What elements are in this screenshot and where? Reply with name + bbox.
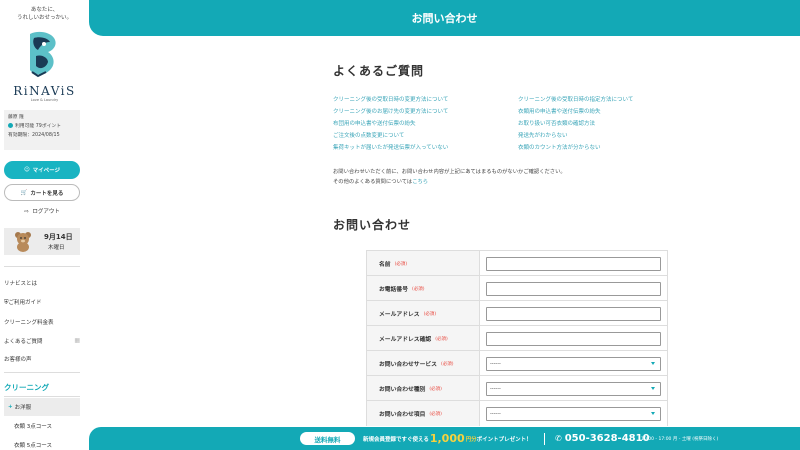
- user-name: 藤原 隆: [8, 115, 24, 120]
- item-select[interactable]: ------: [486, 407, 661, 421]
- free-shipping-badge: 送料無料: [300, 432, 355, 445]
- nav-faq[interactable]: よくあるご質問 ▦: [4, 337, 80, 345]
- nav-price-list[interactable]: クリーニング料金表: [4, 318, 80, 326]
- form-row-type: お問い合わせ種別 (必須) ------: [366, 375, 668, 401]
- current-date: 9月14日: [44, 233, 73, 241]
- faq-heading: よくあるご質問: [333, 64, 425, 78]
- logo-subtext: Love & Laundry: [30, 98, 59, 102]
- divider: [544, 433, 545, 445]
- faq-link[interactable]: お取り扱い可否衣類の確認方法: [518, 119, 595, 127]
- promo-banner[interactable]: 送料無料 新規会員登録ですぐ使える 1,000 円分 ポイントプレゼント！ ✆ …: [89, 427, 800, 450]
- faq-link[interactable]: クリーニング後の受取日時の変更方法について: [333, 95, 448, 103]
- plus-icon: +: [8, 404, 13, 410]
- point-icon: [8, 123, 13, 128]
- sub-item-clothes[interactable]: + お洋服: [4, 398, 80, 416]
- logout-link[interactable]: ⇨ ログアウト: [0, 207, 84, 215]
- date-box: 9月14日 木曜日: [4, 228, 80, 255]
- faq-link[interactable]: 衣類のカウント方法が分からない: [518, 143, 601, 151]
- nav-about[interactable]: リナビスとは: [4, 279, 80, 287]
- form-row-phone: お電話番号 (必須): [366, 275, 668, 301]
- page-title: お問い合わせ: [411, 12, 478, 25]
- page-header: お問い合わせ: [89, 0, 800, 36]
- bear-mascot-icon: [15, 232, 31, 252]
- field-label: お問い合わせ項目 (必須): [366, 401, 480, 426]
- email-confirm-field[interactable]: [486, 332, 661, 346]
- faq-link[interactable]: 集荷キットが届いたが発送伝票が入っていない: [333, 143, 448, 151]
- divider: [4, 372, 80, 373]
- name-field[interactable]: [486, 257, 661, 271]
- faq-link[interactable]: ご注文後の点数変更について: [333, 131, 404, 139]
- cart-icon: 🛒: [20, 189, 28, 196]
- contact-heading: お問い合わせ: [333, 218, 412, 232]
- divider: [4, 396, 80, 397]
- faq-note: お問い合わせいただく前に、お問い合わせ内容が上記にあてはまるものがないかご確認く…: [333, 167, 566, 187]
- field-label: お問い合わせサービス (必須): [366, 351, 480, 376]
- cart-button[interactable]: 🛒 カートを見る: [4, 184, 80, 201]
- section-cleaning-heading: クリーニング: [4, 383, 49, 392]
- logo-icon[interactable]: [24, 30, 60, 78]
- tagline-line-2: うれしいおせっかい。: [16, 15, 72, 21]
- current-weekday: 木曜日: [48, 245, 65, 251]
- logo-text: RiNAViS: [13, 84, 76, 98]
- sub-item-3pt-course[interactable]: 衣類 3点コース: [4, 417, 80, 435]
- field-label: お電話番号 (必須): [366, 276, 480, 301]
- nav-reviews[interactable]: お客様の声: [4, 355, 80, 363]
- grid-icon: ▦: [74, 337, 80, 344]
- field-label: メールアドレス (必須): [366, 301, 480, 326]
- user-points: 利用可能 79ポイント: [8, 122, 76, 131]
- faq-link[interactable]: 衣類用の申込書や送付伝票の紛失: [518, 107, 601, 115]
- nav-guide[interactable]: ⛨ご利用ガイド: [4, 298, 80, 307]
- field-label: メールアドレス確認 (必須): [366, 326, 480, 351]
- sidebar: あなたに、 うれしいおせっかい。 RiNAViS Love & Laundry …: [0, 0, 89, 450]
- divider: [4, 266, 80, 267]
- field-label: 名前 (必須): [366, 251, 480, 276]
- faq-link[interactable]: 布団用の申込書や送付伝票の紛失: [333, 119, 416, 127]
- logout-icon: ⇨: [24, 209, 29, 215]
- phone-field[interactable]: [486, 282, 661, 296]
- phone-icon: ✆: [555, 434, 562, 443]
- sub-item-5pt-course[interactable]: 衣類 5点コース: [4, 436, 80, 450]
- form-row-email-confirm: メールアドレス確認 (必須): [366, 325, 668, 351]
- field-label: お問い合わせ種別 (必須): [366, 376, 480, 401]
- form-row-email: メールアドレス (必須): [366, 300, 668, 326]
- email-field[interactable]: [486, 307, 661, 321]
- user-icon: ☺: [23, 167, 30, 173]
- type-select[interactable]: ------: [486, 382, 661, 396]
- phone-number[interactable]: ✆ 050-3628-4810: [555, 427, 650, 450]
- user-info-box: 藤原 隆 利用可能 79ポイント 有効期限：2024/08/15: [4, 110, 80, 150]
- faq-link[interactable]: クリーニング後の受取日時の指定方法について: [518, 95, 633, 103]
- signup-promo[interactable]: 新規会員登録ですぐ使える 1,000 円分 ポイントプレゼント！: [363, 427, 532, 450]
- mypage-button[interactable]: ☺ マイページ: [4, 161, 80, 179]
- tagline-line-1: あなたに、: [30, 7, 59, 13]
- faq-more-link[interactable]: こちら: [412, 179, 428, 185]
- tagline: あなたに、 うれしいおせっかい。: [0, 6, 89, 22]
- faq-note-line: お問い合わせいただく前に、お問い合わせ内容が上記にあてはまるものがないかご確認く…: [333, 169, 566, 175]
- points-expiry: 有効期限：2024/08/15: [8, 133, 60, 138]
- faq-note-line: その他のよくある質問についてはこちら: [333, 179, 429, 185]
- form-row-name: 名前 (必須): [366, 250, 668, 276]
- service-select[interactable]: ------: [486, 357, 661, 371]
- faq-link[interactable]: クリーニング後のお届け先の変更方法について: [333, 107, 448, 115]
- promo-amount: 1,000: [429, 432, 465, 445]
- form-row-service: お問い合わせサービス (必須) ------: [366, 350, 668, 376]
- business-hours: 10:00 - 17:00 月 - 土曜 (祝祭日除く): [641, 436, 719, 442]
- form-row-item: お問い合わせ項目 (必須) ------: [366, 400, 668, 426]
- promo-unit: 円分: [465, 436, 477, 443]
- faq-link[interactable]: 発送先がわからない: [518, 131, 568, 139]
